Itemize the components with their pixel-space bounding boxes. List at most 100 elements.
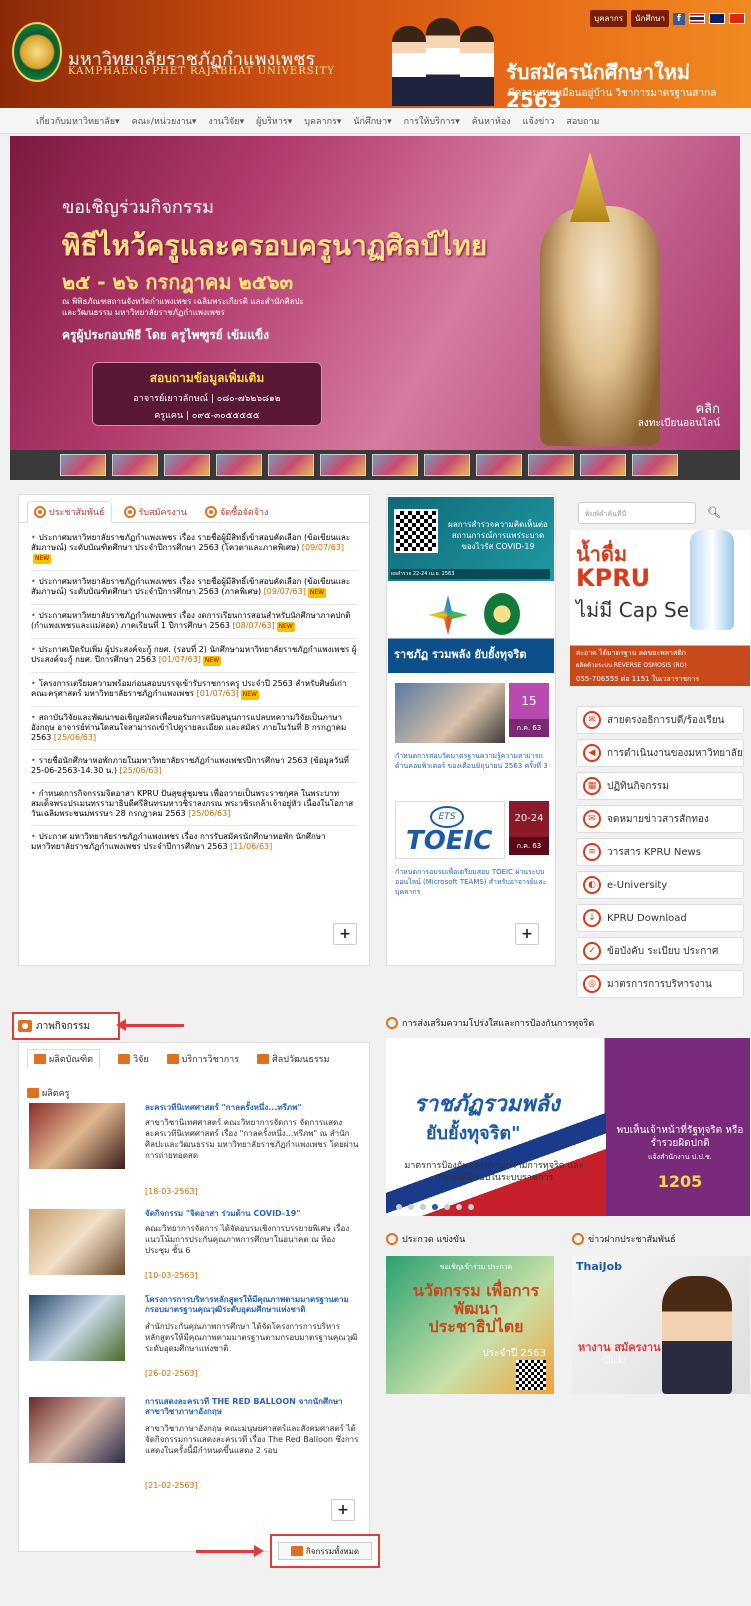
nav-room-search[interactable]: ค้นหาห้อง	[472, 114, 511, 128]
banner-register-online[interactable]: ลงทะเบียนออนไลน์	[638, 416, 720, 431]
hero-banner[interactable]: ขอเชิญร่วมกิจกรรม พิธีไหว้ครูและครอบครูน…	[10, 136, 740, 450]
activity-image[interactable]	[29, 1209, 125, 1275]
activity-title[interactable]: โครงการการบริหารหลักสูตรให้มีคุณภาพตามมา…	[145, 1295, 359, 1315]
nav-research[interactable]: งานวิจัย▾	[208, 114, 244, 128]
link-calendar[interactable]: ▦ ปฏิทินกิจกรรม	[576, 772, 744, 800]
link-president-direct[interactable]: ✉ สายตรงอธิการบดี/ร้องเรียน	[576, 706, 744, 734]
water-ad[interactable]: น้ำดื่ม KPRU ไม่มี Cap Seal สะอาด ได้มาต…	[570, 530, 750, 686]
tab-job-recruitment[interactable]: รับสมัครงาน	[118, 501, 193, 522]
tab-graduate-production[interactable]: ผลิตบัณฑิต	[27, 1049, 101, 1068]
qr-code-icon	[516, 1360, 546, 1390]
transparency-banner[interactable]: ราชภัฏรวมพลัง ยับยั้งทุจริต" มาตรการป้อง…	[386, 1038, 750, 1216]
carousel-dot[interactable]	[408, 1204, 414, 1210]
carousel-dot[interactable]	[396, 1204, 402, 1210]
banner-thumbnail[interactable]	[476, 454, 522, 476]
tab-research[interactable]: วิจัย	[118, 1049, 149, 1068]
banner-thumbnail[interactable]	[216, 454, 262, 476]
event-card[interactable]: ETS TOEIC 20-24 ก.ค. 63	[395, 801, 549, 859]
link-e-university[interactable]: ◐ e-University	[576, 871, 744, 899]
university-logo[interactable]	[12, 22, 62, 82]
carousel-dot[interactable]	[444, 1204, 450, 1210]
china-flag-icon[interactable]	[729, 13, 745, 24]
facebook-icon[interactable]: f	[673, 12, 685, 25]
nav-executives[interactable]: ผู้บริหาร▾	[256, 114, 292, 128]
link-kpru-news[interactable]: ≡ วารสาร KPRU News	[576, 838, 744, 866]
activity-title[interactable]: ละครเวทีนิเทศศาสตร์ "กาลครั้งหนึ่ง...ทรี…	[145, 1103, 359, 1113]
banner-thumbnail[interactable]	[424, 454, 470, 476]
tab-arts-culture[interactable]: ศิลปวัฒนธรรม	[257, 1049, 329, 1068]
banner-thumbnail[interactable]	[112, 454, 158, 476]
contest-banner[interactable]: ขอเชิญเข้าร่วม ประกวด นวัตกรรม เพื่อการพ…	[386, 1256, 554, 1394]
link-management-measures[interactable]: ◎ มาตรการการบริหารงาน	[576, 970, 744, 998]
activity-item[interactable]: การแสดงละครเวที THE RED BALLOON จากนักศึ…	[29, 1397, 359, 1497]
more-activities-button[interactable]: +	[331, 1499, 355, 1521]
link-regulations[interactable]: ✓ ข้อบังคับ ระเบียบ ประกาศ	[576, 937, 744, 965]
event-description[interactable]: กำหนดการสอบวัดมาตรฐานความรู้ความสามารถด้…	[395, 751, 551, 771]
carousel-dot[interactable]	[420, 1204, 426, 1210]
news-item[interactable]: • โครงการเตรียมความพร้อมก่อนสอบบรรจุเข้าร…	[31, 673, 357, 707]
nav-services[interactable]: การให้บริการ▾	[404, 114, 460, 128]
activity-image[interactable]	[29, 1397, 125, 1463]
activity-title[interactable]: การแสดงละครเวที THE RED BALLOON จากนักศึ…	[145, 1397, 359, 1417]
nav-students[interactable]: นักศึกษา▾	[353, 114, 391, 128]
banner-thumbnail[interactable]	[528, 454, 574, 476]
activity-item[interactable]: ละครเวทีนิเทศศาสตร์ "กาลครั้งหนึ่ง...ทรี…	[29, 1103, 359, 1203]
carousel-dot[interactable]	[456, 1204, 462, 1210]
activity-image[interactable]	[29, 1103, 125, 1169]
top-link-personnel[interactable]: บุคลากร	[590, 10, 627, 27]
news-item[interactable]: • ประกาศมหาวิทยาลัยราชภัฏกำแพงเพชร เรื่อง…	[31, 527, 357, 571]
nav-inquiry[interactable]: สอบถาม	[566, 114, 599, 128]
carousel-dot[interactable]	[432, 1204, 438, 1210]
banner-thumbnail[interactable]	[320, 454, 366, 476]
news-list: • ประกาศมหาวิทยาลัยราชภัฏกำแพงเพชร เรื่อง…	[19, 523, 369, 858]
arrow-annotation	[116, 1019, 184, 1031]
news-item[interactable]: • รายชื่อนักศึกษาหอพักภายในมหาวิทยาลัยราช…	[31, 750, 357, 783]
all-activities-button[interactable]: กิจกรรมทั้งหมด	[278, 1542, 372, 1560]
event-card[interactable]: 15 ก.ค. 63	[395, 683, 549, 749]
banner-thumbnail[interactable]	[60, 454, 106, 476]
thai-flag-icon[interactable]	[689, 13, 705, 24]
activity-item[interactable]: โครงการการบริหารหลักสูตรให้มีคุณภาพตามมา…	[29, 1295, 359, 1395]
transparency-heading: การส่งเสริมความโปร่งใสและการป้องกันการทุ…	[386, 1016, 594, 1030]
activity-image[interactable]	[29, 1295, 125, 1361]
tab-procurement[interactable]: จัดซื้อจัดจ้าง	[199, 501, 274, 522]
event-description[interactable]: กำหนดการอบรมเพื่อเตรียมสอบ TOEIC ผ่านระบ…	[395, 867, 551, 897]
news-item[interactable]: • ประกาศมหาวิทยาลัยราชภัฏกำแพงเพชร เรื่อง…	[31, 605, 357, 639]
more-news-button[interactable]: +	[333, 923, 357, 945]
banner-thumbnail[interactable]	[372, 454, 418, 476]
banner-thumbnail[interactable]	[268, 454, 314, 476]
link-kpru-download[interactable]: ↓ KPRU Download	[576, 904, 744, 932]
news-item[interactable]: • ประกาศ มหาวิทยาลัยราชภัฏกำแพงเพชร เรื่อ…	[31, 826, 357, 858]
link-newsletter[interactable]: ✉ จดหมายข่าวสารสักทอง	[576, 805, 744, 833]
pin-icon	[572, 1233, 584, 1245]
top-link-students[interactable]: นักศึกษา	[631, 10, 669, 27]
link-university-operations[interactable]: ◀ การดำเนินงานของมหาวิทยาลัย	[576, 739, 744, 767]
banner-thumbnail[interactable]	[580, 454, 626, 476]
search-input[interactable]: พิมพ์คำค้นที่นี่	[578, 502, 696, 524]
activity-item[interactable]: จัดกิจกรรม "จิตอาสา ร่วมต้าน COVID-19" ค…	[29, 1209, 359, 1309]
carousel-dot[interactable]	[468, 1204, 474, 1210]
news-item[interactable]: • ประกาศเปิดรับเพิ่ม ผู้ประสงค์จะกู้ กยศ.…	[31, 639, 357, 673]
banner-contact-line: ครูแคน | ๐๙๕-๓๐๕๕๕๕๕	[154, 411, 260, 421]
tab-academic-service[interactable]: บริการวิชาการ	[166, 1049, 239, 1068]
more-events-button[interactable]: +	[515, 923, 539, 945]
nav-about[interactable]: เกี่ยวกับมหาวิทยาลัย▾	[36, 114, 120, 128]
covid-poll-card[interactable]: ผลการสำรวจความคิดเห็นต่อสถานการณ์การแพร่…	[388, 497, 554, 581]
pin-icon	[386, 1233, 398, 1245]
students-photo	[388, 10, 498, 106]
tab-teacher-production[interactable]: ผลิตครู	[27, 1086, 70, 1100]
banner-thumbnail[interactable]	[632, 454, 678, 476]
nav-faculty[interactable]: คณะ/หน่วยงาน▾	[132, 114, 197, 128]
news-item[interactable]: • ประกาศมหาวิทยาลัยราชภัฏกำแพงเพชร เรื่อง…	[31, 571, 357, 605]
news-item[interactable]: • กำหนดการกิจกรรมจิตอาสา KPRU ปันสุขสู่ชุ…	[31, 783, 357, 826]
uk-flag-icon[interactable]	[709, 13, 725, 24]
search-icon[interactable]: 🔍︎	[702, 502, 726, 524]
nav-personnel[interactable]: บุคลากร▾	[304, 114, 341, 128]
anti-corruption-card[interactable]: ราชภัฏ รวมพลัง ยับยั้งทุจริต	[388, 587, 554, 673]
tab-public-relations[interactable]: ประชาสัมพันธ์	[27, 501, 112, 523]
news-item[interactable]: • สถาบันวิจัยและพัฒนาขอเชิญสมัครเพื่อขอรั…	[31, 707, 357, 750]
banner-thumbnail[interactable]	[164, 454, 210, 476]
activity-title[interactable]: จัดกิจกรรม "จิตอาสา ร่วมต้าน COVID-19"	[145, 1209, 359, 1219]
nav-report-news[interactable]: แจ้งข่าว	[523, 114, 555, 128]
thaijob-banner[interactable]: ThaiJob หางาน สมัครงาน Click!	[572, 1256, 750, 1394]
